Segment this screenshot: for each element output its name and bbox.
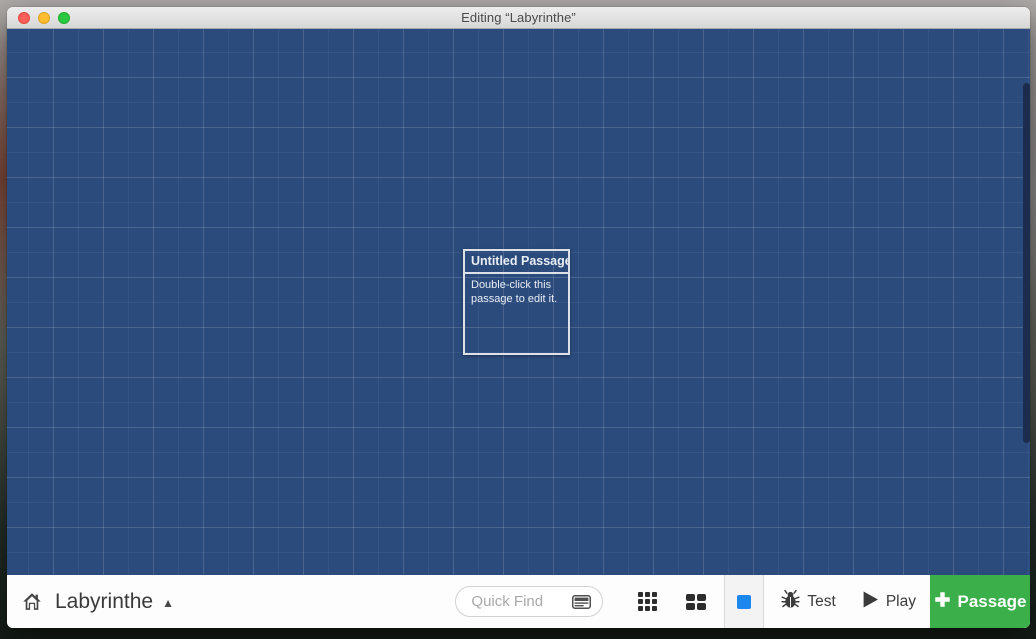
blue-square-icon [737, 594, 752, 609]
new-passage-label: Passage [957, 591, 1027, 611]
new-passage-button[interactable]: Passage [930, 575, 1030, 628]
home-button[interactable] [21, 591, 43, 612]
play-label: Play [885, 592, 916, 610]
plus-icon [934, 591, 951, 613]
test-label: Test [807, 592, 836, 610]
twine-editor-window: Editing “Labyrinthe” Untitled Passage Do… [7, 7, 1030, 628]
quick-find [455, 586, 604, 617]
grid-3x3-icon [637, 592, 657, 611]
bug-icon [781, 589, 800, 614]
story-map-canvas[interactable]: Untitled Passage Double-click this passa… [7, 29, 1030, 575]
zoom-button[interactable] [58, 12, 70, 24]
story-title: Labyrinthe [55, 589, 154, 613]
keyboard-icon [572, 594, 592, 609]
chevron-up-icon: ▲ [162, 595, 174, 610]
window-titlebar[interactable]: Editing “Labyrinthe” [7, 7, 1030, 29]
zoom-level-medium-button[interactable] [683, 593, 709, 610]
zoom-level-small-button[interactable] [635, 592, 659, 611]
window-title: Editing “Labyrinthe” [461, 10, 576, 25]
zoom-level-full-button[interactable] [724, 575, 765, 628]
window-controls [18, 7, 70, 29]
close-button[interactable] [18, 12, 30, 24]
bottom-toolbar: Labyrinthe ▲ Quick Find Test Play Passag… [7, 575, 1030, 628]
story-menu-button[interactable]: Labyrinthe ▲ [55, 590, 174, 614]
passage-excerpt: Double-click this passage to edit it. [471, 279, 558, 305]
passage-title: Untitled Passage [465, 251, 568, 274]
quick-find-input[interactable] [456, 593, 573, 610]
grid-2x2-icon [686, 593, 707, 610]
play-button[interactable]: Play [862, 591, 916, 613]
test-button[interactable]: Test [781, 589, 836, 614]
passage-card[interactable]: Untitled Passage Double-click this passa… [463, 249, 570, 355]
vertical-scrollbar-thumb[interactable] [1023, 83, 1030, 443]
home-icon [21, 591, 43, 612]
minimize-button[interactable] [38, 12, 50, 24]
play-icon [862, 591, 879, 613]
